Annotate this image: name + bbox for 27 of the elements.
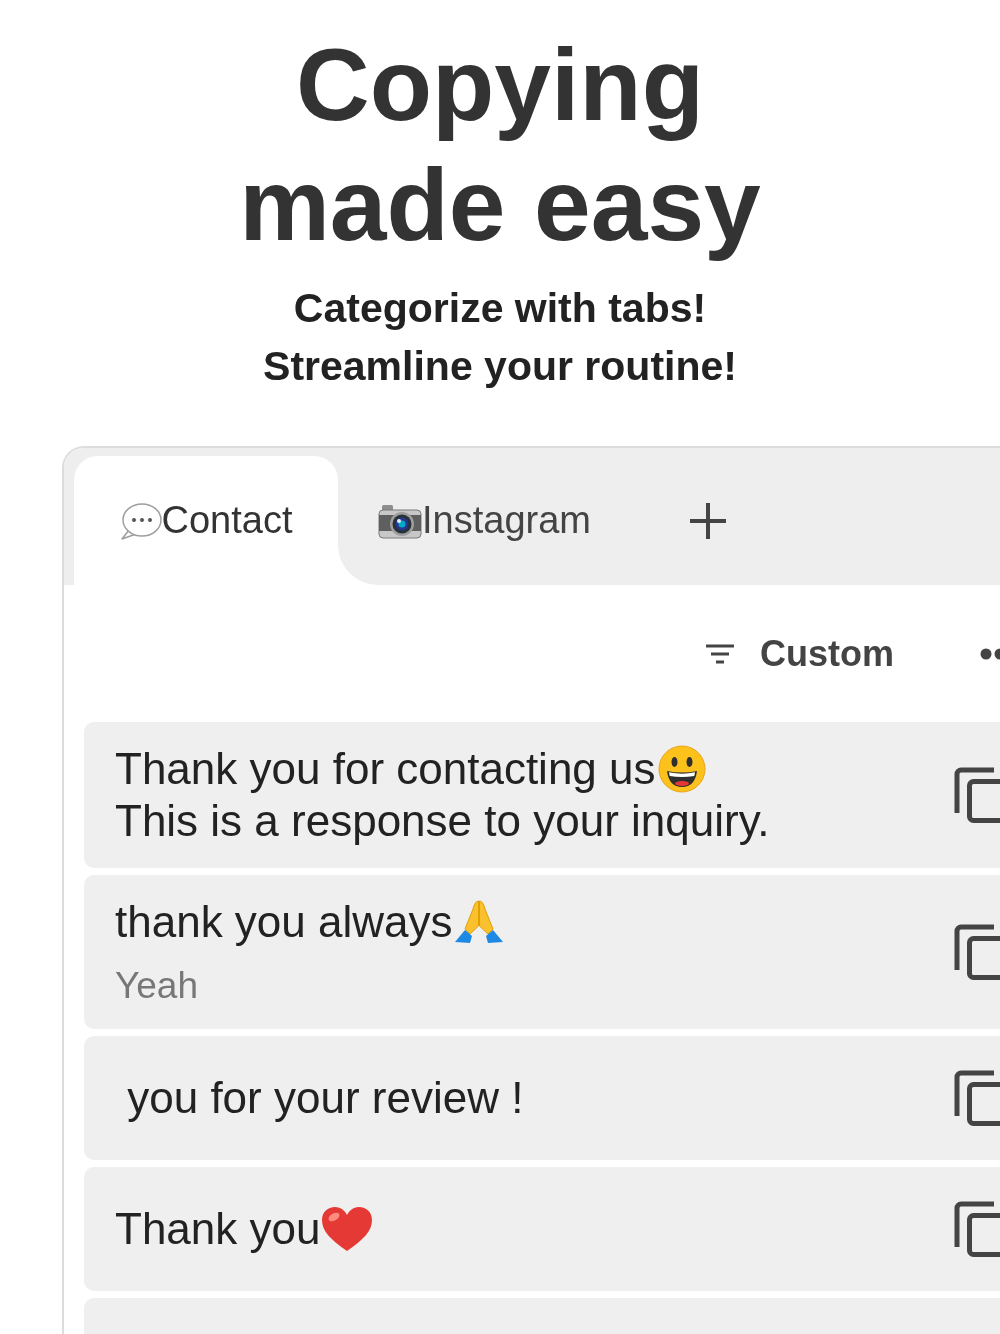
snippet-card[interactable]: you for your review !: [84, 1036, 1000, 1160]
subtitle: Streamline your routine!: [263, 342, 737, 391]
copy-icon[interactable]: [954, 1070, 1000, 1126]
snippet-card[interactable]: Thank you: [84, 1167, 1000, 1291]
smiley-icon: [657, 745, 706, 793]
copy-icon[interactable]: [954, 1201, 1000, 1257]
copy-icon[interactable]: [954, 767, 1000, 823]
snippet-text: you for your review !: [126, 1072, 524, 1124]
filter-icon: [706, 643, 734, 664]
heart-icon: [320, 1205, 375, 1253]
copy-icon[interactable]: [954, 924, 1000, 980]
headline: Copying made easy: [238, 27, 762, 264]
snippet-text: Thank you for contacting us: [115, 743, 656, 795]
sort-button[interactable]: Custom: [706, 626, 894, 681]
snippet-text: thank you always: [115, 896, 453, 948]
praying-hands-icon: [452, 899, 505, 945]
snippet-note: Yeah: [115, 964, 198, 1008]
snippet-card[interactable]: thank you always Yeah: [84, 875, 1000, 1029]
subtitle: Categorize with tabs!: [293, 284, 707, 333]
snippet-card[interactable]: Thank you for contacting us This is a response to your inquiry.: [84, 722, 1000, 868]
tab[interactable]: Contact: [74, 456, 338, 585]
add-icon[interactable]: [688, 501, 727, 540]
camera-icon: [378, 502, 422, 539]
speech-bubble-icon: [119, 501, 162, 540]
more-icon[interactable]: [980, 647, 1000, 660]
snippet-text: Thank you: [115, 1203, 321, 1255]
snippet-text: This is a response to your inquiry.: [115, 795, 770, 847]
